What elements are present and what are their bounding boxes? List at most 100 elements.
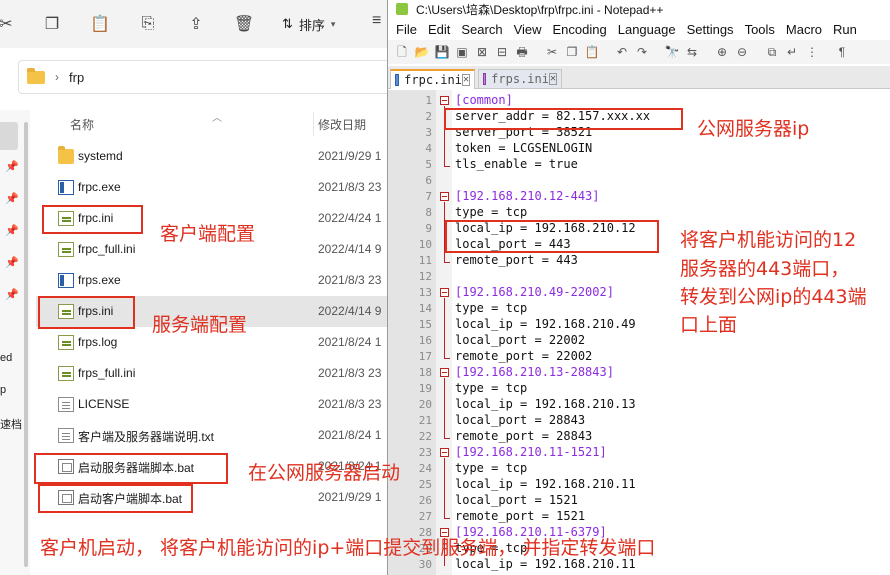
fold-toggle-icon[interactable] <box>440 96 449 105</box>
indent-guide-icon[interactable]: ⋮ <box>804 44 820 60</box>
tab-frps-ini[interactable]: frps.ini ✕ <box>478 69 562 89</box>
close-tab-icon[interactable]: ✕ <box>548 73 557 85</box>
pin-icon[interactable]: 📌 <box>5 160 19 173</box>
code-line[interactable]: type = tcp <box>455 205 527 219</box>
sync-scroll-icon[interactable]: ⧉ <box>764 44 780 60</box>
menu-tools[interactable]: Tools <box>745 22 775 37</box>
tab-frpc-ini[interactable]: frpc.ini ✕ <box>390 69 475 89</box>
zoom-out-icon[interactable]: ⊖ <box>734 44 750 60</box>
code-line[interactable]: local_ip = 192.168.210.49 <box>455 317 636 331</box>
file-row-systemd[interactable]: systemd 2021/9/29 1 <box>36 141 390 172</box>
code-line[interactable]: remote_port = 1521 <box>455 509 585 523</box>
log-file-icon <box>58 335 74 350</box>
code-line[interactable]: token = LCGSENLOGIN <box>455 141 592 155</box>
code-editor[interactable]: 1 2 3 4 5 6 7 8 9 10 11 12 13 14 15 16 17 18 19 20 21 22 23 24 2… <box>388 90 890 575</box>
redo-icon[interactable]: ↷ <box>634 44 650 60</box>
code-line[interactable]: remote_port = 443 <box>455 253 578 267</box>
file-row-frpc-exe[interactable]: frpc.exe 2021/8/3 23 <box>36 172 390 203</box>
cut-icon[interactable]: ✂ <box>0 12 18 36</box>
column-divider[interactable] <box>313 112 314 136</box>
save-all-icon[interactable]: ▣ <box>454 44 470 60</box>
find-icon[interactable]: 🔭 <box>664 44 680 60</box>
column-name-header[interactable]: 名称 <box>70 116 94 133</box>
code-line[interactable]: tls_enable = true <box>455 157 578 171</box>
code-line[interactable]: type = tcp <box>455 381 527 395</box>
code-line[interactable]: local_ip = 192.168.210.11 <box>455 477 636 491</box>
line-number: 7 <box>425 190 432 203</box>
menu-language[interactable]: Language <box>618 22 676 37</box>
share-icon[interactable]: ⇪ <box>184 12 208 36</box>
paste-icon[interactable]: 📋 <box>88 12 112 36</box>
file-row-readme-txt[interactable]: 客户端及服务器端说明.txt 2021/8/24 1 <box>36 420 390 451</box>
nav-item-fragment[interactable]: p <box>0 384 6 396</box>
file-row-frps-full-ini[interactable]: frps_full.ini 2021/8/3 23 <box>36 358 390 389</box>
code-line[interactable]: remote_port = 22002 <box>455 349 592 363</box>
menu-encoding[interactable]: Encoding <box>553 22 607 37</box>
close-all-icon[interactable]: ⊟ <box>494 44 510 60</box>
copy-icon[interactable]: ❐ <box>564 44 580 60</box>
code-line[interactable]: type = tcp <box>455 461 527 475</box>
fold-toggle-icon[interactable] <box>440 368 449 377</box>
nav-item-fragment[interactable]: ed <box>0 352 12 364</box>
annotation-server-config: 服务端配置 <box>152 314 248 336</box>
annotation-forward-note: 服务器的443端口， <box>680 258 850 280</box>
pin-icon[interactable]: 📌 <box>5 192 19 205</box>
close-file-icon[interactable]: ⊠ <box>474 44 490 60</box>
view-options-icon[interactable]: ≡ <box>372 12 381 30</box>
cut-icon[interactable]: ✂ <box>544 44 560 60</box>
code-line[interactable]: type = tcp <box>455 301 527 315</box>
print-icon[interactable]: 🖶 <box>514 44 530 60</box>
section-header-line[interactable]: [192.168.210.49-22002] <box>455 285 614 299</box>
highlight-frps-ini <box>38 296 135 329</box>
section-header-line[interactable]: [192.168.210.11-1521] <box>455 445 607 459</box>
pin-icon[interactable]: 📌 <box>5 224 19 237</box>
file-row-license[interactable]: LICENSE 2021/8/3 23 <box>36 389 390 420</box>
open-file-icon[interactable]: 📂 <box>414 44 430 60</box>
section-header-line[interactable]: [common] <box>455 93 513 107</box>
column-date-header[interactable]: 修改日期 <box>318 116 366 133</box>
file-row-frps-exe[interactable]: frps.exe 2021/8/3 23 <box>36 265 390 296</box>
wrap-icon[interactable]: ↵ <box>784 44 800 60</box>
exe-file-icon <box>58 273 74 288</box>
line-number-gutter: 1 2 3 4 5 6 7 8 9 10 11 12 13 14 15 16 17 18 19 20 21 22 23 24 2… <box>388 90 436 575</box>
file-date: 2022/4/14 9 <box>318 242 382 256</box>
menu-view[interactable]: View <box>514 22 542 37</box>
menu-macro[interactable]: Macro <box>786 22 822 37</box>
copy-icon[interactable]: ❐ <box>40 12 64 36</box>
section-header-line[interactable]: [192.168.210.13-28843] <box>455 365 614 379</box>
nav-item-fragment[interactable]: 速档 <box>0 416 22 432</box>
undo-icon[interactable]: ↶ <box>614 44 630 60</box>
delete-icon[interactable]: 🗑 <box>232 12 256 36</box>
code-line[interactable]: local_port = 22002 <box>455 333 585 347</box>
rename-icon[interactable]: ⎘ <box>136 12 160 36</box>
file-name: 客户端及服务器端说明.txt <box>78 430 215 444</box>
nav-scrollbar[interactable] <box>24 122 28 567</box>
code-line[interactable]: remote_port = 28843 <box>455 429 592 443</box>
nav-selected-indicator[interactable] <box>0 122 18 150</box>
code-line[interactable]: local_port = 28843 <box>455 413 585 427</box>
save-icon[interactable]: 💾 <box>434 44 450 60</box>
fold-toggle-icon[interactable] <box>440 448 449 457</box>
menu-edit[interactable]: Edit <box>428 22 450 37</box>
sort-button[interactable]: ⇅ 排序 ▾ <box>282 12 335 36</box>
fold-toggle-icon[interactable] <box>440 288 449 297</box>
code-line[interactable]: local_port = 1521 <box>455 493 578 507</box>
address-bar[interactable]: › frp <box>18 60 390 94</box>
zoom-in-icon[interactable]: ⊕ <box>714 44 730 60</box>
pin-icon[interactable]: 📌 <box>5 288 19 301</box>
replace-icon[interactable]: ⇆ <box>684 44 700 60</box>
fold-toggle-icon[interactable] <box>440 192 449 201</box>
paste-icon[interactable]: 📋 <box>584 44 600 60</box>
show-all-chars-icon[interactable]: ¶ <box>834 44 850 60</box>
new-file-icon[interactable]: 🗋 <box>394 44 410 60</box>
menu-run[interactable]: Run <box>833 22 857 37</box>
menu-search[interactable]: Search <box>461 22 502 37</box>
pin-icon[interactable]: 📌 <box>5 256 19 269</box>
menu-file[interactable]: File <box>396 22 417 37</box>
close-tab-icon[interactable]: ✕ <box>461 74 470 86</box>
section-header-line[interactable]: [192.168.210.12-443] <box>455 189 600 203</box>
code-line[interactable]: local_ip = 192.168.210.13 <box>455 397 636 411</box>
file-date: 2021/9/29 1 <box>318 149 382 163</box>
menu-settings[interactable]: Settings <box>687 22 734 37</box>
line-number: 9 <box>425 222 432 235</box>
